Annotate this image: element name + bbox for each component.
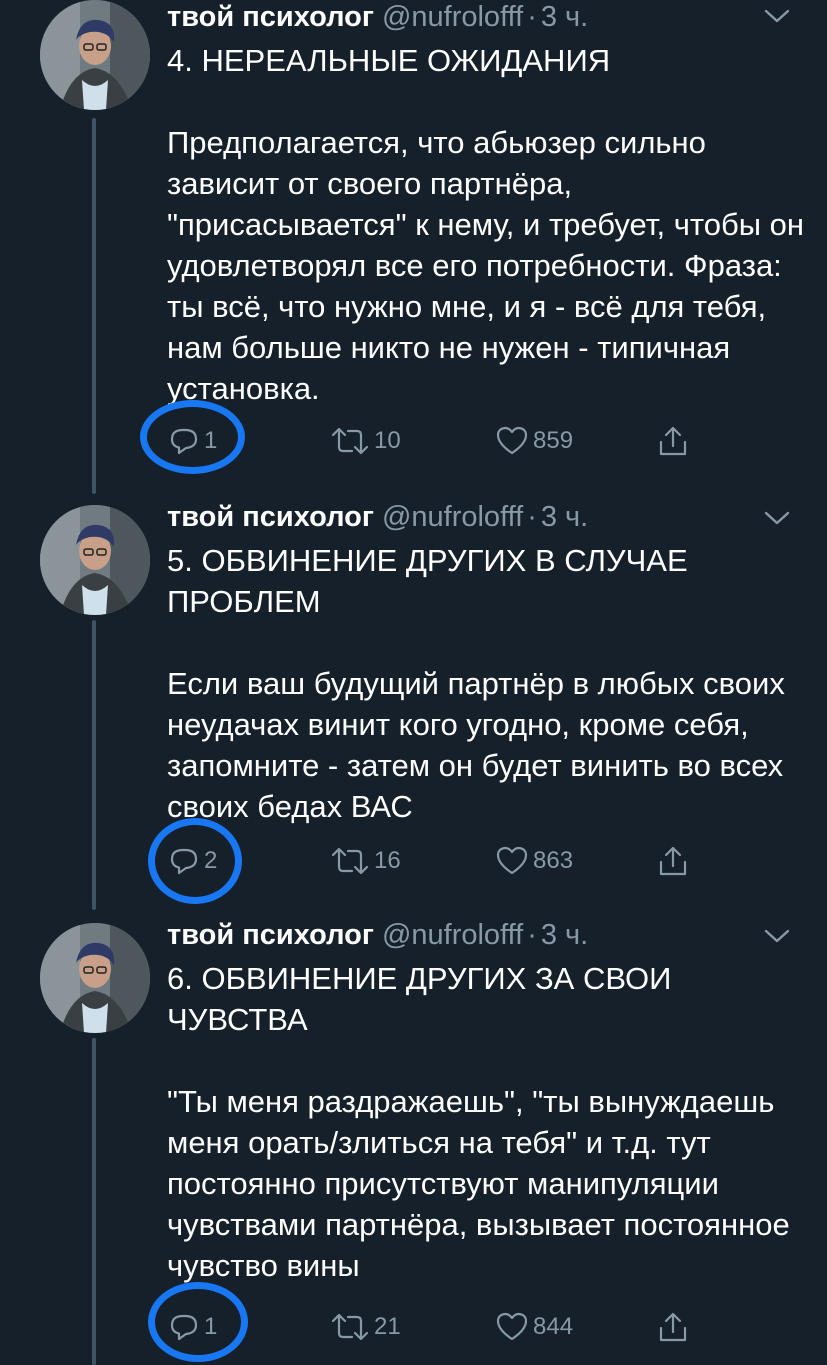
tweet-time[interactable]: 3 ч.	[541, 501, 588, 533]
chevron-down-icon[interactable]	[762, 508, 792, 528]
author-name[interactable]: твой психолог	[167, 1, 374, 33]
like-button[interactable]: 859	[495, 416, 573, 466]
share-button[interactable]	[657, 836, 689, 886]
retweet-count: 10	[374, 427, 401, 454]
retweet-button[interactable]: 21	[330, 1302, 401, 1352]
separator-dot: ·	[527, 1, 537, 33]
tweet-header: твой психолог @nufrolofff · 3 ч.	[167, 500, 588, 536]
share-icon	[659, 846, 687, 876]
reply-icon	[170, 428, 198, 455]
reply-count: 1	[204, 1313, 218, 1340]
retweet-button[interactable]: 10	[330, 416, 401, 466]
reply-button[interactable]: 2	[168, 836, 217, 886]
retweet-icon	[331, 427, 369, 455]
avatar-image	[40, 0, 150, 110]
share-button[interactable]	[657, 416, 689, 466]
retweet-icon	[331, 1313, 369, 1341]
avatar[interactable]	[40, 923, 150, 1033]
like-button[interactable]: 844	[495, 1302, 573, 1352]
avatar[interactable]	[40, 505, 150, 615]
chevron-down-icon[interactable]	[762, 6, 792, 26]
separator-dot: ·	[527, 501, 537, 533]
heart-icon	[496, 426, 528, 455]
reply-icon	[170, 848, 198, 875]
tweet-actions: 1 10 859	[0, 416, 827, 466]
tweet[interactable]: твой психолог @nufrolofff · 3 ч. 4. НЕРЕАЛЬ…	[0, 0, 827, 490]
tweet-actions: 2 16 863	[0, 836, 827, 886]
tweet-text: 5. ОБВИНЕНИЕ ДРУГИХ В СЛУЧАЕ ПРОБЛЕМ Есл…	[167, 543, 785, 824]
tweet[interactable]: твой психолог @nufrolofff · 3 ч. 5. ОБВИНЕН…	[0, 500, 827, 910]
reply-button[interactable]: 1	[168, 1302, 217, 1352]
author-handle[interactable]: @nufrolofff	[382, 1, 523, 33]
heart-icon	[496, 1312, 528, 1341]
tweet-text: 6. ОБВИНЕНИЕ ДРУГИХ ЗА СВОИ ЧУВСТВА "Ты …	[167, 961, 790, 1283]
tweet-text: 4. НЕРЕАЛЬНЫЕ ОЖИДАНИЯ Предполагается, ч…	[167, 43, 804, 406]
avatar[interactable]	[40, 0, 150, 110]
share-icon	[659, 426, 687, 456]
like-button[interactable]: 863	[495, 836, 573, 886]
tweet-time[interactable]: 3 ч.	[541, 1, 588, 33]
retweet-button[interactable]: 16	[330, 836, 401, 886]
tweet-time[interactable]: 3 ч.	[541, 919, 588, 951]
share-icon	[659, 1312, 687, 1342]
like-count: 844	[533, 1313, 574, 1340]
tweet-header: твой психолог @nufrolofff · 3 ч.	[167, 918, 588, 954]
retweet-count: 16	[374, 847, 401, 874]
tweet-thread: твой психолог @nufrolofff · 3 ч. 4. НЕРЕАЛЬ…	[0, 0, 827, 1365]
retweet-icon	[331, 847, 369, 875]
tweet-actions: 1 21 844	[0, 1302, 827, 1352]
separator-dot: ·	[527, 919, 537, 951]
tweet[interactable]: твой психолог @nufrolofff · 3 ч. 6. ОБВИНЕН…	[0, 918, 827, 1365]
reply-icon	[170, 1314, 198, 1341]
chevron-down-icon[interactable]	[762, 926, 792, 946]
author-name[interactable]: твой психолог	[167, 501, 374, 533]
retweet-count: 21	[374, 1313, 401, 1340]
reply-count: 2	[204, 847, 218, 874]
avatar-image	[40, 923, 150, 1033]
reply-button[interactable]: 1	[168, 416, 217, 466]
author-handle[interactable]: @nufrolofff	[382, 501, 523, 533]
share-button[interactable]	[657, 1302, 689, 1352]
reply-count: 1	[204, 427, 218, 454]
heart-icon	[496, 846, 528, 875]
like-count: 863	[533, 847, 574, 874]
like-count: 859	[533, 427, 574, 454]
author-name[interactable]: твой психолог	[167, 919, 374, 951]
tweet-header: твой психолог @nufrolofff · 3 ч.	[167, 0, 588, 36]
avatar-image	[40, 505, 150, 615]
author-handle[interactable]: @nufrolofff	[382, 919, 523, 951]
